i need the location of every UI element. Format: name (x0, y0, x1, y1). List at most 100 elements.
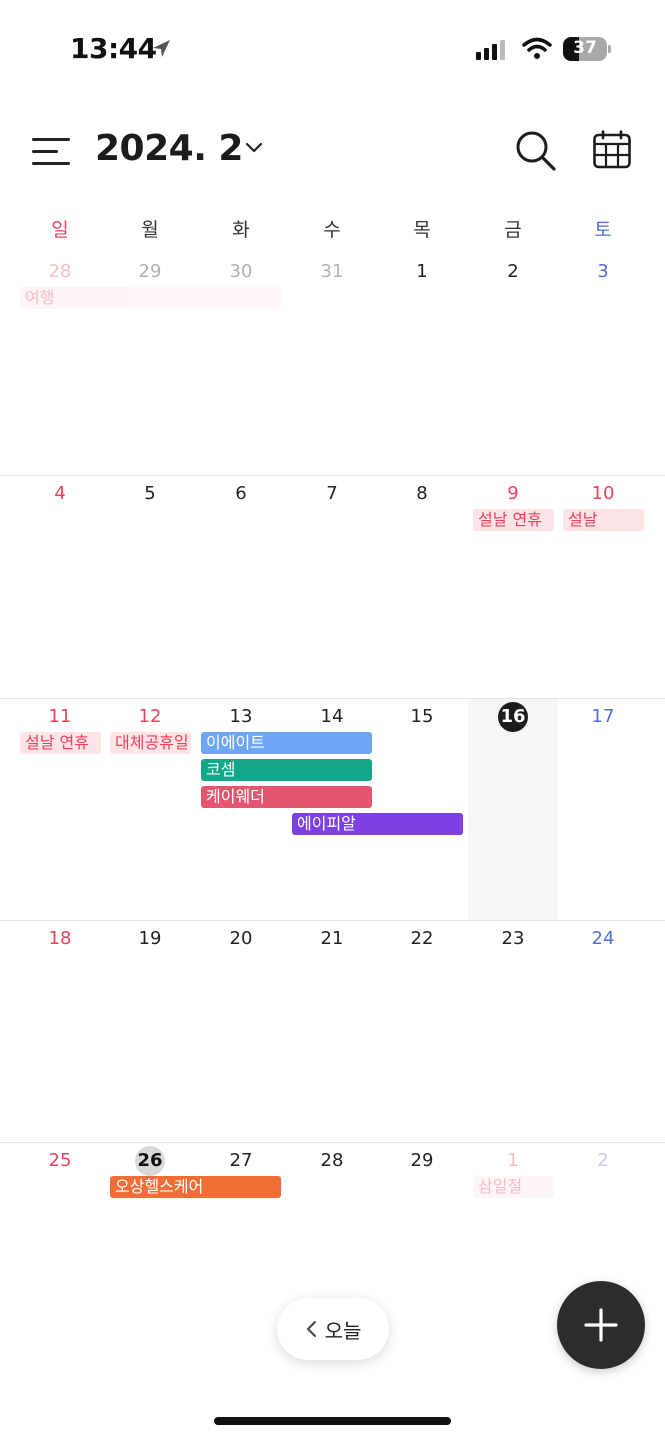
day-number: 31 (320, 261, 344, 282)
day-cell[interactable]: 23 (468, 926, 558, 952)
day-cell[interactable]: 9 (468, 481, 558, 507)
day-cell[interactable]: 3 (558, 259, 648, 285)
calendar-event[interactable]: 이에이트 (201, 732, 372, 754)
holiday-event[interactable]: 설날 (563, 509, 644, 531)
day-cell[interactable]: 20 (196, 926, 286, 952)
day-number: 24 (591, 928, 615, 949)
add-event-button[interactable] (557, 1281, 645, 1369)
day-number: 20 (229, 928, 253, 949)
day-number: 9 (507, 483, 519, 504)
today-button[interactable]: 오늘 (277, 1298, 389, 1360)
day-cell[interactable]: 2 (558, 1148, 648, 1174)
chevron-left-icon (306, 1321, 316, 1337)
month-title[interactable]: 2024. 2 (95, 128, 243, 169)
day-number: 28 (48, 261, 72, 282)
weekday-label: 토 (594, 219, 612, 241)
day-number: 8 (416, 483, 428, 504)
day-number: 3 (597, 261, 609, 282)
status-time: 13:44 (70, 32, 157, 65)
day-number: 2 (507, 261, 519, 282)
day-cell[interactable]: 25 (15, 1148, 105, 1174)
day-cell[interactable]: 26 (105, 1146, 195, 1176)
day-cell[interactable]: 19 (105, 926, 195, 952)
day-number: 19 (138, 928, 162, 949)
day-number: 2 (597, 1150, 609, 1171)
week-divider (0, 920, 665, 921)
day-number: 10 (591, 483, 615, 504)
today-button-label: 오늘 (324, 1318, 362, 1343)
day-cell[interactable]: 31 (287, 259, 377, 285)
day-cell[interactable]: 6 (196, 481, 286, 507)
day-number: 13 (229, 706, 253, 727)
day-cell-today[interactable]: 16 (468, 702, 558, 732)
holiday-event[interactable]: 설날 연휴 (473, 509, 554, 531)
calendar-event[interactable]: 케이웨더 (201, 786, 372, 808)
day-number: 17 (591, 706, 615, 727)
signal-icon (476, 38, 505, 60)
day-number: 27 (229, 1150, 253, 1171)
week-divider (0, 1142, 665, 1143)
weekday-label: 일 (51, 219, 69, 241)
weekday-label: 월 (141, 219, 159, 241)
day-number: 1 (507, 1150, 519, 1171)
day-number: 26 (135, 1146, 165, 1176)
day-number: 29 (410, 1150, 434, 1171)
day-number: 16 (498, 702, 528, 732)
day-number: 22 (410, 928, 434, 949)
holiday-event[interactable]: 대체공휴일 (110, 732, 191, 754)
day-number: 14 (320, 706, 344, 727)
week-divider (0, 698, 665, 699)
holiday-event[interactable]: 설날 연휴 (20, 732, 101, 754)
day-number: 29 (138, 261, 162, 282)
day-cell[interactable]: 1 (377, 259, 467, 285)
day-number: 28 (320, 1150, 344, 1171)
search-icon[interactable] (514, 129, 558, 173)
day-cell[interactable]: 7 (287, 481, 377, 507)
calendar-event[interactable]: 에이피알 (292, 813, 463, 835)
holiday-event[interactable]: 여행 (20, 287, 281, 309)
day-cell[interactable]: 2 (468, 259, 558, 285)
calendar-event[interactable]: 오상헬스케어 (110, 1176, 281, 1198)
calendar-view-icon[interactable] (592, 130, 632, 170)
day-cell[interactable]: 15 (377, 704, 467, 730)
day-number: 21 (320, 928, 344, 949)
day-cell[interactable]: 29 (377, 1148, 467, 1174)
day-cell[interactable]: 28 (287, 1148, 377, 1174)
day-cell[interactable]: 5 (105, 481, 195, 507)
day-cell[interactable]: 11 (15, 704, 105, 730)
day-cell[interactable]: 1 (468, 1148, 558, 1174)
day-cell[interactable]: 10 (558, 481, 648, 507)
day-number: 1 (416, 261, 428, 282)
day-cell[interactable]: 4 (15, 481, 105, 507)
day-cell[interactable]: 14 (287, 704, 377, 730)
day-cell[interactable]: 27 (196, 1148, 286, 1174)
day-cell[interactable]: 12 (105, 704, 195, 730)
day-number: 12 (138, 706, 162, 727)
day-cell[interactable]: 8 (377, 481, 467, 507)
day-cell[interactable]: 24 (558, 926, 648, 952)
weekday-label: 목 (413, 219, 431, 241)
day-cell[interactable]: 29 (105, 259, 195, 285)
weekday-label: 화 (232, 219, 250, 241)
day-number: 23 (501, 928, 525, 949)
calendar-event[interactable]: 코셈 (201, 759, 372, 781)
chevron-down-icon[interactable] (244, 141, 264, 155)
today-column-highlight (468, 699, 558, 920)
holiday-event[interactable]: 삼일절 (473, 1176, 554, 1198)
day-number: 25 (48, 1150, 72, 1171)
day-cell[interactable]: 28 (15, 259, 105, 285)
wifi-icon (522, 37, 552, 59)
day-number: 6 (235, 483, 247, 504)
week-divider (0, 475, 665, 476)
day-cell[interactable]: 21 (287, 926, 377, 952)
day-cell[interactable]: 30 (196, 259, 286, 285)
day-number: 15 (410, 706, 434, 727)
location-arrow-icon (153, 40, 170, 57)
day-cell[interactable]: 22 (377, 926, 467, 952)
day-cell[interactable]: 13 (196, 704, 286, 730)
day-cell[interactable]: 18 (15, 926, 105, 952)
plus-icon (584, 1308, 618, 1342)
day-cell[interactable]: 17 (558, 704, 648, 730)
day-number: 11 (48, 706, 72, 727)
menu-button[interactable] (32, 136, 74, 168)
